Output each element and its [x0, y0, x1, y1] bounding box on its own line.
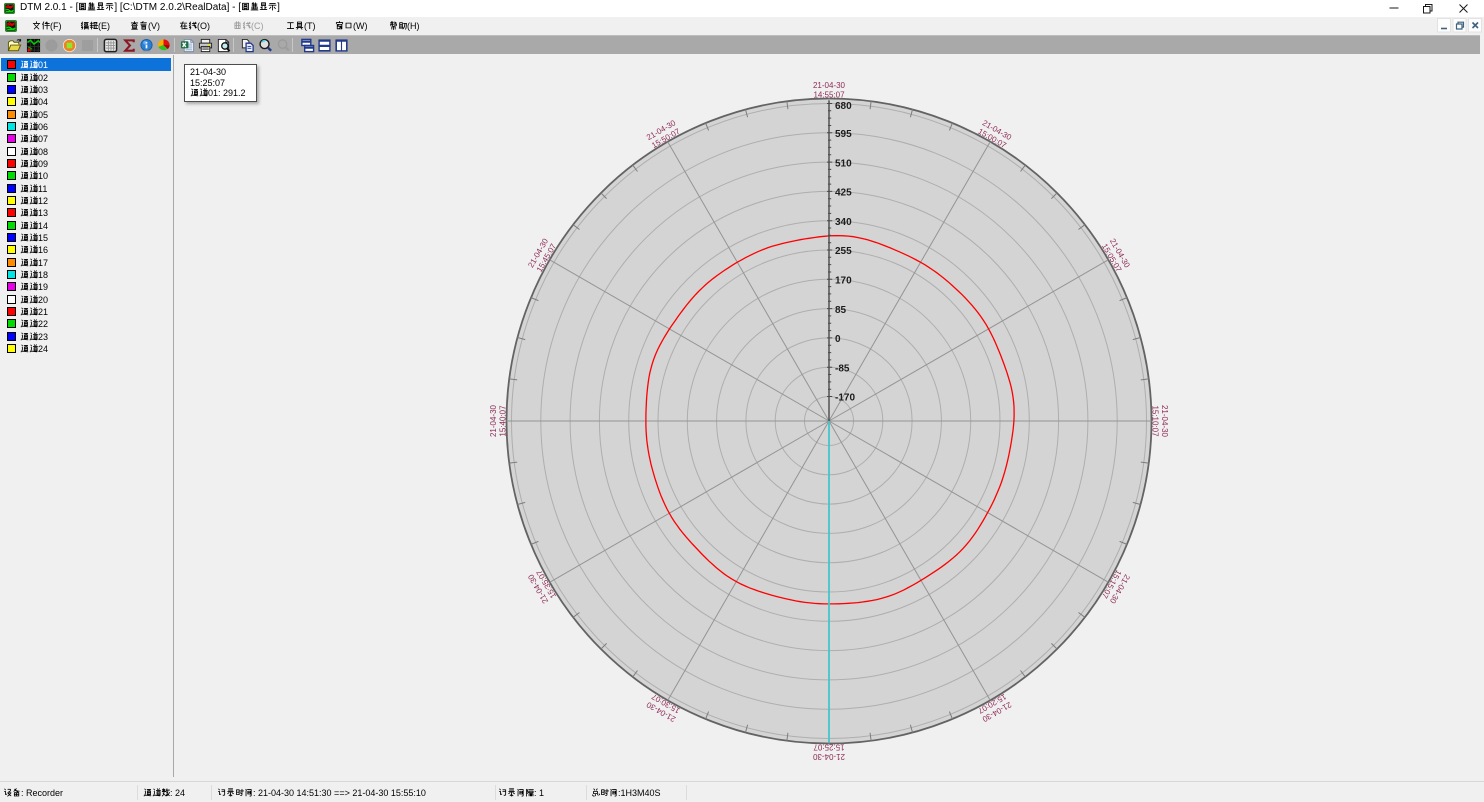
svg-text:-170: -170	[835, 393, 855, 404]
svg-text:0: 0	[835, 334, 841, 345]
svg-text:15:40:07: 15:40:07	[498, 405, 507, 437]
svg-text:-85: -85	[835, 363, 850, 374]
svg-text:14:55:07: 14:55:07	[813, 90, 845, 99]
svg-text:21-04-30: 21-04-30	[812, 752, 845, 761]
svg-text:425: 425	[835, 188, 852, 199]
svg-text:85: 85	[835, 305, 847, 316]
svg-text:680: 680	[835, 101, 852, 112]
svg-text:21-04-30: 21-04-30	[813, 81, 846, 90]
svg-text:21-04-30: 21-04-30	[489, 404, 498, 437]
svg-text:255: 255	[835, 246, 852, 257]
svg-text:340: 340	[835, 217, 852, 228]
svg-text:15:25:07: 15:25:07	[813, 743, 845, 752]
svg-text:595: 595	[835, 129, 852, 140]
svg-text:170: 170	[835, 276, 852, 287]
svg-text:15:10:07: 15:10:07	[1151, 405, 1160, 437]
svg-text:510: 510	[835, 158, 852, 169]
svg-text:21-04-30: 21-04-30	[1160, 405, 1169, 438]
